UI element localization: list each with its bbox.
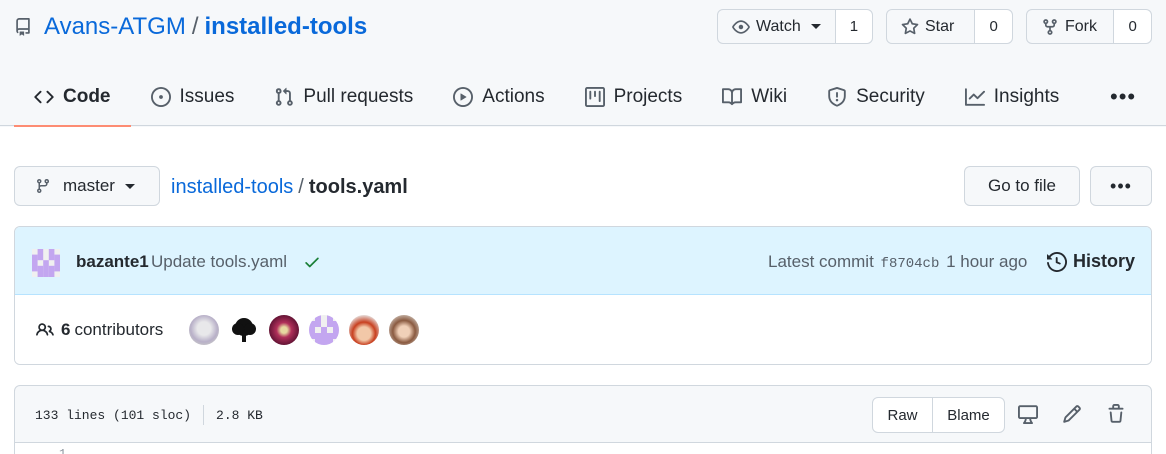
issue-icon	[150, 87, 171, 107]
people-icon	[36, 323, 54, 336]
tab-pull-requests-label: Pull requests	[303, 86, 414, 107]
more-tabs-button[interactable]: •••	[1110, 84, 1136, 110]
tab-wiki-label: Wiki	[751, 86, 788, 107]
file-size: 2.8 KB	[216, 407, 263, 423]
repo-path-separator: /	[191, 13, 199, 40]
latest-commit: bazante1 Update tools.yaml Latest commit…	[15, 227, 1151, 295]
repo-header: Avans-ATGM / installed-tools Watch 1 Sta…	[0, 0, 1166, 127]
shield-icon	[828, 87, 846, 107]
contributors-row: 6 contributors	[15, 296, 1151, 364]
contributor-avatar[interactable]	[349, 315, 379, 345]
tab-actions-label: Actions	[482, 86, 545, 107]
play-icon	[453, 87, 474, 107]
file-lines: 133 lines (101 sloc)	[35, 407, 192, 423]
book-icon	[722, 88, 743, 106]
repo-icon	[14, 15, 36, 39]
fork-group: Fork 0	[1026, 9, 1152, 44]
tab-code[interactable]: Code	[14, 68, 131, 127]
file-header: 133 lines (101 sloc) 2.8 KB Raw Blame 1	[14, 385, 1152, 454]
tab-pull-requests[interactable]: Pull requests	[254, 68, 433, 126]
branch-select-button[interactable]: master	[14, 166, 160, 206]
pencil-icon[interactable]	[1062, 404, 1082, 429]
fork-button[interactable]: Fork	[1027, 10, 1115, 43]
history-label: History	[1073, 251, 1136, 271]
commit-message-link[interactable]: Update tools.yaml	[151, 252, 287, 272]
contributor-avatar[interactable]	[189, 315, 219, 345]
tab-code-label: Code	[63, 86, 111, 107]
watch-group: Watch 1	[717, 9, 873, 44]
breadcrumb-repo-link[interactable]: installed-tools	[171, 176, 293, 198]
history-icon	[1047, 251, 1067, 272]
branch-label: master	[63, 176, 115, 195]
star-label: Star	[925, 17, 955, 35]
contributors-label: contributors	[74, 320, 164, 339]
watch-button[interactable]: Watch	[718, 10, 836, 43]
trash-icon[interactable]	[1106, 404, 1126, 429]
commit-sha-link[interactable]: f8704cb	[881, 256, 940, 272]
divider	[203, 405, 205, 425]
latest-commit-label: Latest commit	[768, 252, 874, 271]
watch-label: Watch	[756, 17, 801, 35]
project-icon	[584, 87, 605, 107]
tab-insights[interactable]: Insights	[945, 68, 1079, 126]
desktop-icon[interactable]	[1017, 404, 1039, 429]
tab-issues-label: Issues	[179, 86, 235, 107]
fork-count[interactable]: 0	[1114, 10, 1151, 43]
contributor-avatar[interactable]	[229, 315, 259, 345]
repo-name-link[interactable]: installed-tools	[204, 13, 367, 41]
star-count[interactable]: 0	[975, 10, 1012, 43]
contributor-avatar[interactable]	[309, 315, 339, 345]
latest-commit-info: Latest commit f8704cb 1 hour ago	[768, 252, 1027, 272]
file-button-group: Raw Blame	[872, 397, 1005, 433]
file-overflow-button[interactable]: •••	[1090, 166, 1152, 206]
fork-label: Fork	[1065, 17, 1097, 35]
line-number[interactable]: 1	[59, 447, 66, 454]
pull-request-icon	[276, 87, 294, 106]
contributor-avatar[interactable]	[389, 315, 419, 345]
breadcrumb-file: tools.yaml	[308, 176, 408, 198]
contributors-link[interactable]: 6 contributors	[35, 320, 163, 340]
star-button[interactable]: Star	[887, 10, 976, 43]
contributors-count: 6	[61, 320, 71, 339]
contributor-avatar[interactable]	[269, 315, 299, 345]
raw-button[interactable]: Raw	[873, 398, 933, 432]
contributor-avatars	[189, 315, 429, 345]
file-view: master installed-tools / tools.yaml Go to …	[0, 127, 1166, 454]
watch-count[interactable]: 1	[835, 10, 872, 43]
code-icon	[34, 90, 54, 104]
chevron-down-icon	[124, 183, 135, 189]
go-to-file-button[interactable]: Go to file	[964, 166, 1080, 206]
breadcrumb: installed-tools / tools.yaml	[171, 176, 408, 199]
repo-tabs: Code Issues Pull requests Actions Projec…	[14, 68, 1079, 127]
file-info: 133 lines (101 sloc) 2.8 KB	[35, 405, 263, 425]
tab-issues[interactable]: Issues	[131, 68, 255, 126]
commit-author-link[interactable]: bazante1	[76, 252, 149, 272]
check-icon[interactable]	[303, 253, 321, 276]
graph-icon	[964, 88, 985, 106]
avatar[interactable]	[32, 249, 60, 282]
code-area: 1	[15, 442, 1151, 454]
tab-projects[interactable]: Projects	[565, 68, 703, 126]
fork-icon	[1043, 18, 1057, 35]
repo-title: Avans-ATGM / installed-tools	[14, 10, 367, 44]
repo-owner-link[interactable]: Avans-ATGM	[44, 13, 186, 41]
history-link[interactable]: History	[1047, 251, 1135, 272]
tab-security-label: Security	[856, 86, 925, 107]
tab-actions[interactable]: Actions	[433, 68, 564, 126]
tab-wiki[interactable]: Wiki	[702, 68, 807, 126]
git-branch-icon	[36, 179, 49, 194]
tab-security[interactable]: Security	[807, 68, 945, 126]
tab-insights-label: Insights	[993, 86, 1060, 107]
commit-time: 1 hour ago	[946, 252, 1028, 271]
star-group: Star 0	[886, 9, 1013, 44]
blame-button[interactable]: Blame	[933, 398, 1004, 432]
eye-icon	[732, 19, 750, 34]
commit-box: bazante1 Update tools.yaml Latest commit…	[14, 226, 1152, 365]
chevron-down-icon	[810, 24, 821, 29]
breadcrumb-separator: /	[298, 176, 304, 198]
star-icon	[901, 17, 919, 34]
tab-projects-label: Projects	[613, 86, 683, 107]
